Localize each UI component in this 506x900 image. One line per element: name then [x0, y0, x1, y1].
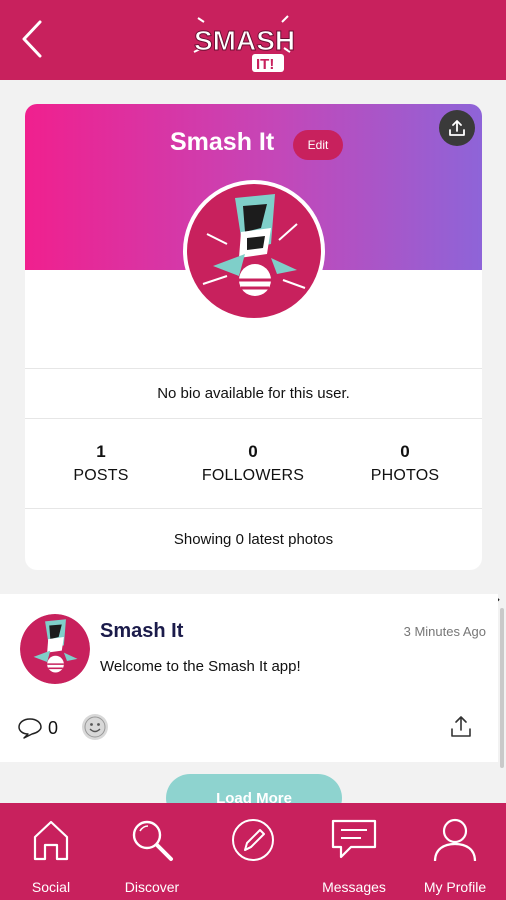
- share-icon: [449, 120, 465, 136]
- share-post-button[interactable]: [448, 714, 474, 740]
- home-icon: [33, 820, 69, 861]
- reaction-button[interactable]: [82, 714, 108, 740]
- profile-avatar[interactable]: [183, 180, 325, 322]
- nav-create-post[interactable]: [203, 803, 303, 900]
- profile-bio: No bio available for this user.: [25, 368, 482, 418]
- stat-posts-label: POSTS: [73, 467, 129, 484]
- nav-discover-label: Discover: [124, 879, 180, 895]
- share-profile-button[interactable]: [439, 110, 475, 146]
- comment-icon: [18, 718, 42, 739]
- top-bar: SMASH IT!: [0, 0, 506, 80]
- chat-icon: [331, 819, 377, 859]
- profile-stats: 1 POSTS 0 FOLLOWERS 0 PHOTOS: [25, 418, 482, 508]
- smiley-icon: [84, 716, 106, 738]
- stat-posts-value: 1: [96, 442, 106, 461]
- latest-photos-text: Showing 0 latest photos: [25, 508, 482, 570]
- post-card: Smash It 3 Minutes Ago Welcome to the Sm…: [0, 594, 498, 762]
- stat-followers-label: FOLLOWERS: [201, 467, 305, 484]
- svg-text:IT!: IT!: [256, 56, 274, 73]
- post-timestamp: 3 Minutes Ago: [403, 624, 486, 639]
- stat-photos[interactable]: 0 PHOTOS: [329, 441, 481, 489]
- post-text: Welcome to the Smash It app!: [100, 658, 301, 675]
- stat-followers[interactable]: 0 FOLLOWERS: [177, 441, 329, 489]
- search-icon: [132, 820, 173, 861]
- stat-followers-value: 0: [248, 442, 258, 461]
- chevron-left-icon: [22, 20, 42, 58]
- pencil-icon: [232, 819, 274, 861]
- edit-profile-button[interactable]: Edit: [293, 130, 343, 160]
- comment-count: 0: [48, 718, 59, 738]
- post-author-avatar[interactable]: [20, 614, 90, 684]
- nav-messages[interactable]: Messages: [304, 803, 404, 900]
- back-button[interactable]: [18, 18, 48, 60]
- nav-social[interactable]: Social: [1, 803, 101, 900]
- post-author[interactable]: Smash It: [100, 620, 183, 643]
- nav-discover[interactable]: Discover: [102, 803, 202, 900]
- stat-photos-value: 0: [400, 442, 410, 461]
- user-icon: [433, 818, 477, 862]
- bottom-nav: Social Discover Messages My Profile: [0, 803, 506, 900]
- svg-text:SMASH: SMASH: [194, 25, 295, 56]
- profile-card: Smash It Edit No bio available for this …: [25, 104, 482, 570]
- comment-button[interactable]: [16, 716, 44, 740]
- stat-photos-label: PHOTOS: [370, 467, 440, 484]
- nav-social-label: Social: [31, 879, 71, 895]
- scrollbar[interactable]: [500, 608, 504, 768]
- nav-messages-label: Messages: [322, 879, 386, 895]
- smash-it-logo: SMASH IT!: [190, 12, 298, 76]
- stat-posts[interactable]: 1 POSTS: [25, 441, 177, 489]
- nav-my-profile[interactable]: My Profile: [405, 803, 505, 900]
- share-icon: [451, 716, 471, 737]
- profile-name: Smash It: [170, 128, 275, 156]
- nav-my-profile-label: My Profile: [423, 879, 487, 895]
